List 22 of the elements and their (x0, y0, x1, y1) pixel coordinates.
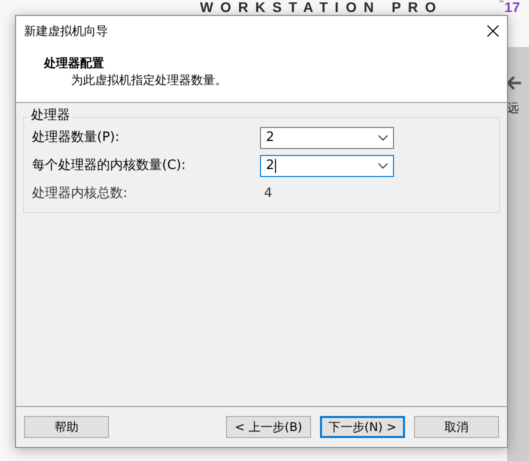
field-label: 每个处理器的内核数量(C): (32, 157, 187, 176)
side-label: 远 (507, 101, 520, 115)
window-title: 新建虚拟机向导 (24, 23, 108, 40)
page-heading: 处理器配置 (44, 55, 105, 72)
back-arrow-icon[interactable] (507, 75, 521, 91)
version-number: 17 (504, 0, 520, 15)
core-total-value: 4 (264, 185, 272, 204)
group-title: 处理器 (29, 109, 72, 123)
dropdown[interactable]: 2 (260, 127, 394, 149)
dialog-button[interactable]: 下一步(N) > (320, 416, 405, 438)
field-label: 处理器内核总数: (32, 185, 128, 204)
dialog-button[interactable]: < 上一步(B) (226, 416, 311, 438)
close-icon[interactable] (487, 25, 499, 37)
dialog-button[interactable]: 取消 (414, 416, 499, 438)
dropdown[interactable]: 2 (260, 155, 394, 177)
dialog-button[interactable]: 帮助 (24, 416, 109, 438)
field-label: 处理器数量(P): (32, 129, 120, 148)
chevron-down-icon (378, 135, 388, 141)
brand-wordmark: WORKSTATION PRO (200, 0, 443, 15)
page-description: 为此虚拟机指定处理器数量。 (70, 72, 228, 88)
text-caret (275, 159, 276, 173)
chevron-down-icon (378, 163, 388, 169)
